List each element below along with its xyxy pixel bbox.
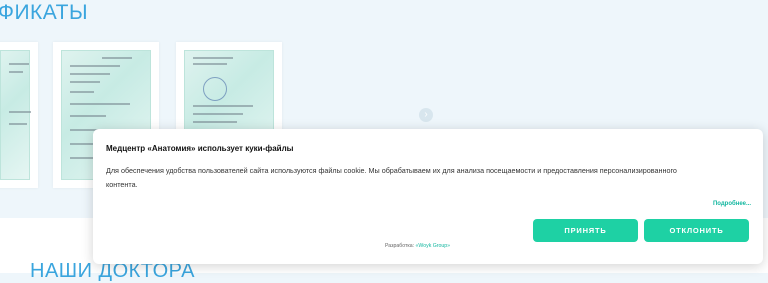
developer-prefix: Разработка: (385, 243, 416, 249)
carousel-next-icon[interactable]: › (419, 108, 433, 122)
cookie-banner: Медцентр «Анатомия» использует куки-файл… (93, 129, 763, 264)
decline-button[interactable]: ОТКЛОНИТЬ (644, 219, 749, 242)
certificate-image (0, 50, 31, 180)
developer-credit: Разработка: «Woyk Group» (385, 243, 450, 249)
cookie-banner-text: Для обеспечения удобства пользователей с… (106, 166, 677, 189)
certificate-card[interactable] (0, 42, 38, 188)
seal-icon (203, 77, 227, 101)
cookie-banner-title: Медцентр «Анатомия» использует куки-файл… (106, 144, 294, 153)
more-info-link[interactable]: Подробнее... (713, 201, 751, 207)
accept-button[interactable]: ПРИНЯТЬ (533, 219, 638, 242)
section-title: ФИКАТЫ (0, 1, 89, 24)
developer-link[interactable]: «Woyk Group» (416, 243, 451, 249)
page: ФИКАТЫ › НАШИ ДОКТОРА Медцентр «Анатомия… (0, 0, 768, 282)
